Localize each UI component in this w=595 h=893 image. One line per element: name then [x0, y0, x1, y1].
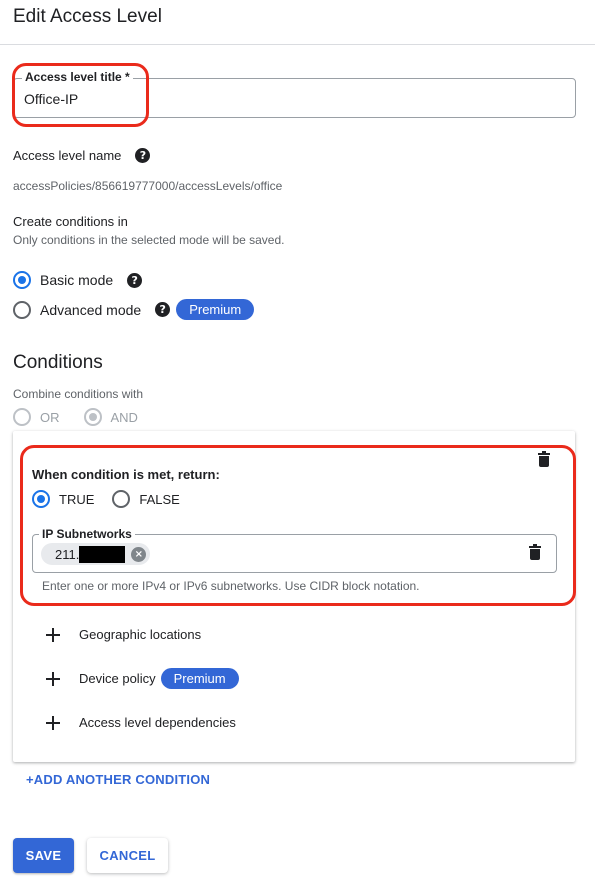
premium-badge: Premium	[176, 299, 255, 320]
basic-mode-label: Basic mode	[40, 272, 114, 288]
condition-highlight-annotation	[20, 445, 576, 606]
add-another-condition-button[interactable]: +ADD ANOTHER CONDITION	[26, 772, 210, 787]
combine-or-radio	[13, 408, 31, 426]
access-level-name-label: Access level name	[13, 148, 122, 163]
add-geographic-locations-label: Geographic locations	[79, 627, 202, 642]
add-access-level-dependencies-label: Access level dependencies	[79, 715, 236, 730]
help-circle-icon[interactable]: ?	[155, 302, 171, 317]
combine-conditions-label: Combine conditions with	[13, 387, 144, 401]
premium-badge: Premium	[160, 668, 239, 689]
help-circle-icon[interactable]: ?	[127, 272, 143, 288]
basic-mode-option[interactable]: Basic mode ?	[13, 271, 143, 289]
cancel-button[interactable]: CANCEL	[87, 838, 168, 873]
advanced-mode-label: Advanced mode	[40, 301, 142, 318]
combine-and-label: AND	[110, 409, 138, 425]
plus-icon[interactable]	[46, 671, 60, 686]
help-circle-icon[interactable]: ?	[135, 148, 151, 163]
page-header: Edit Access Level	[0, 0, 595, 45]
basic-mode-radio[interactable]	[13, 271, 31, 289]
page-title: Edit Access Level	[13, 6, 162, 27]
add-geographic-locations[interactable]: Geographic locations	[46, 627, 201, 642]
add-device-policy-label: Device policy	[79, 671, 156, 686]
combine-or-label: OR	[40, 409, 60, 425]
create-conditions-heading: Create conditions in	[13, 214, 128, 229]
add-access-level-dependencies[interactable]: Access level dependencies	[46, 715, 236, 730]
title-highlight-annotation	[12, 63, 149, 127]
plus-icon[interactable]	[46, 715, 60, 730]
advanced-mode-radio[interactable]	[13, 300, 31, 319]
save-button[interactable]: SAVE	[13, 838, 74, 873]
plus-icon[interactable]	[46, 627, 60, 642]
access-level-name-value: accessPolicies/856619777000/accessLevels…	[13, 179, 283, 193]
access-level-name-row: Access level name ?	[13, 148, 151, 163]
combine-and-radio	[83, 408, 102, 426]
advanced-mode-option[interactable]: Advanced mode ? Premium	[13, 299, 255, 320]
conditions-title: Conditions	[13, 352, 103, 373]
add-device-policy[interactable]: Device policy Premium	[46, 668, 239, 689]
create-conditions-subheading: Only conditions in the selected mode wil…	[13, 233, 285, 247]
combine-options: OR AND	[13, 408, 162, 426]
